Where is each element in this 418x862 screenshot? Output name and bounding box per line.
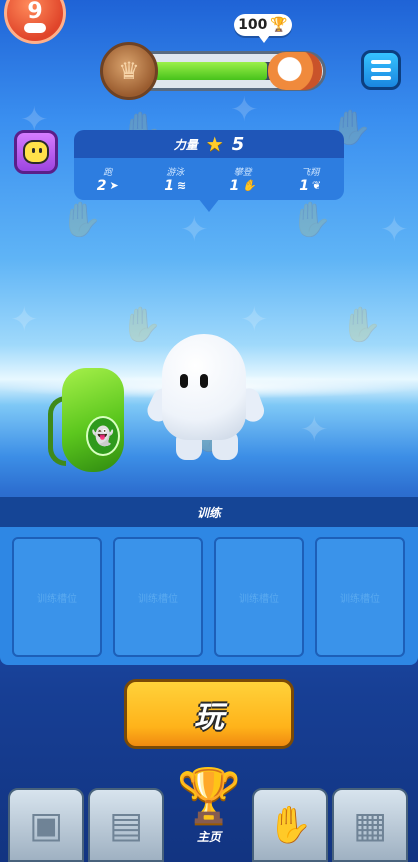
play-button[interactable]: 玩 xyxy=(124,679,294,749)
gamepad-icon xyxy=(24,23,46,33)
stats-row: 跑 2 ➤ 游泳 1 ≋ 攀登 1 ✋ 飞翔 1 ❦ xyxy=(74,158,344,200)
smiley-emote-icon xyxy=(23,140,49,164)
bottom-nav: ▣ ▤ 🏆 主页 ✋ ▦ xyxy=(0,770,418,862)
character-eye xyxy=(200,374,208,388)
training-title: 训练 xyxy=(0,497,418,527)
cards-icon: ▤ xyxy=(108,804,143,846)
trophy-progress-fill xyxy=(155,62,267,80)
stats-title: 力量 xyxy=(173,137,198,152)
level-badge-value: 9 xyxy=(27,0,43,24)
backpack-body: 👻 xyxy=(62,368,124,472)
stat-fly: 飞翔 1 ❦ xyxy=(280,165,340,194)
star-value: 5 xyxy=(231,133,245,155)
stat-name: 飞翔 xyxy=(301,167,320,178)
climb-icon: ✋ xyxy=(242,179,256,192)
hamburger-icon-line xyxy=(371,76,391,80)
training-slots: 训练槽位 训练槽位 训练槽位 训练槽位 xyxy=(0,527,418,665)
stat-swim: 游泳 1 ≋ xyxy=(145,165,205,194)
nav-emotes[interactable]: ✋ xyxy=(252,788,328,862)
trophy-road[interactable]: ♛ 100 🏆 xyxy=(100,14,328,100)
nav-home-label: 主页 xyxy=(196,830,221,844)
emote-button[interactable] xyxy=(14,130,58,174)
trophy-icon: 🏆 xyxy=(176,766,242,826)
stats-header: 力量 ★ 5 xyxy=(74,130,344,158)
calendar-icon: ▦ xyxy=(352,804,387,846)
nav-events[interactable]: ▦ xyxy=(332,788,408,862)
stat-run: 跑 2 ➤ xyxy=(78,165,138,194)
run-icon: ➤ xyxy=(109,179,119,192)
stat-name: 游泳 xyxy=(166,167,185,178)
stat-name: 攀登 xyxy=(233,167,252,178)
training-slot[interactable]: 训练槽位 xyxy=(315,537,405,657)
stat-name: 跑 xyxy=(103,167,113,178)
training-slot[interactable]: 训练槽位 xyxy=(12,537,102,657)
fly-icon: ❦ xyxy=(312,179,322,192)
nav-cards[interactable]: ▤ xyxy=(88,788,164,862)
menu-button[interactable] xyxy=(361,50,401,90)
hamburger-icon xyxy=(371,60,391,64)
reward-icon xyxy=(268,52,322,90)
training-slot[interactable]: 训练槽位 xyxy=(113,537,203,657)
emote-hands-icon: ✋ xyxy=(267,805,313,846)
crown-icon: ♛ xyxy=(100,42,158,100)
stats-panel: 力量 ★ 5 跑 2 ➤ 游泳 1 ≋ 攀登 1 ✋ 飞翔 1 ❦ xyxy=(74,130,344,212)
play-button-label: 玩 xyxy=(194,700,224,735)
stats-pointer xyxy=(198,198,220,212)
trophy-icon: 🏆 xyxy=(270,17,288,33)
stat-value: 1 xyxy=(229,177,240,194)
training-slot[interactable]: 训练槽位 xyxy=(214,537,304,657)
hamburger-icon-line xyxy=(371,68,391,72)
level-badge[interactable]: 9 xyxy=(4,0,66,44)
nav-home[interactable]: 🏆 主页 xyxy=(168,770,250,862)
trophy-count: 100 xyxy=(238,17,268,33)
trophy-count-bubble: 100 🏆 xyxy=(234,14,292,43)
stat-value: 1 xyxy=(164,177,175,194)
stat-climb: 攀登 1 ✋ xyxy=(213,165,273,194)
costume-icon: ▣ xyxy=(28,804,63,846)
ghost-icon: 👻 xyxy=(86,416,120,456)
backpack-item[interactable]: 👻 xyxy=(48,368,128,476)
character-body xyxy=(162,334,246,440)
stat-value: 1 xyxy=(299,177,310,194)
swim-icon: ≋ xyxy=(177,179,187,192)
stat-value: 2 xyxy=(96,177,107,194)
nav-costume[interactable]: ▣ xyxy=(8,788,84,862)
player-character[interactable] xyxy=(143,330,270,462)
star-icon: ★ xyxy=(205,132,224,156)
character-eye xyxy=(180,374,188,388)
training-panel: 训练 训练槽位 训练槽位 训练槽位 训练槽位 xyxy=(0,497,418,669)
